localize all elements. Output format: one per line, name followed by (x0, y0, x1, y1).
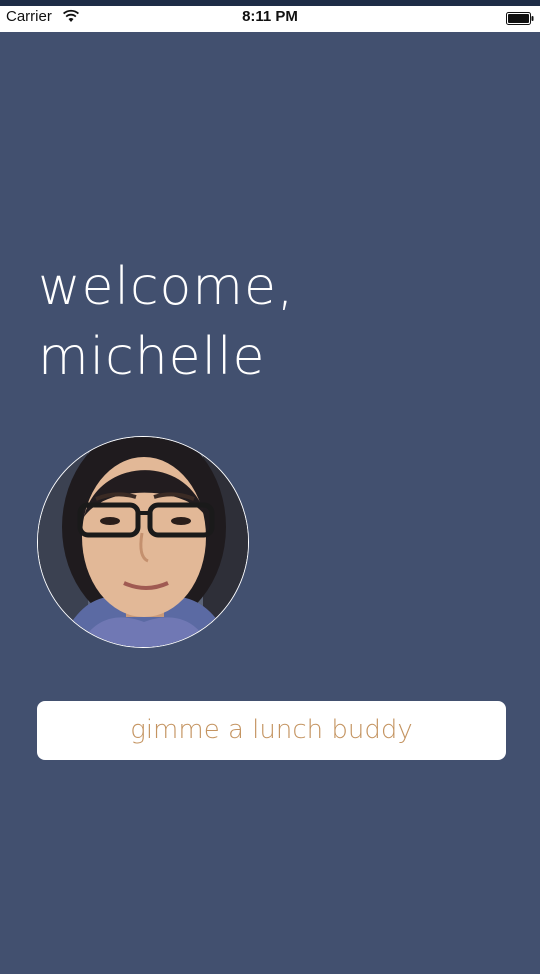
profile-photo-icon (38, 437, 248, 647)
user-name: michelle (38, 327, 266, 387)
welcome-heading: welcome, michelle (38, 252, 295, 392)
gimme-lunch-buddy-button[interactable]: gimme a lunch buddy (37, 701, 506, 760)
status-bar: Carrier 8:11 PM (0, 0, 540, 32)
avatar (37, 436, 249, 648)
battery-icon (506, 10, 534, 25)
welcome-line: welcome, (38, 257, 295, 317)
clock: 8:11 PM (242, 8, 298, 25)
